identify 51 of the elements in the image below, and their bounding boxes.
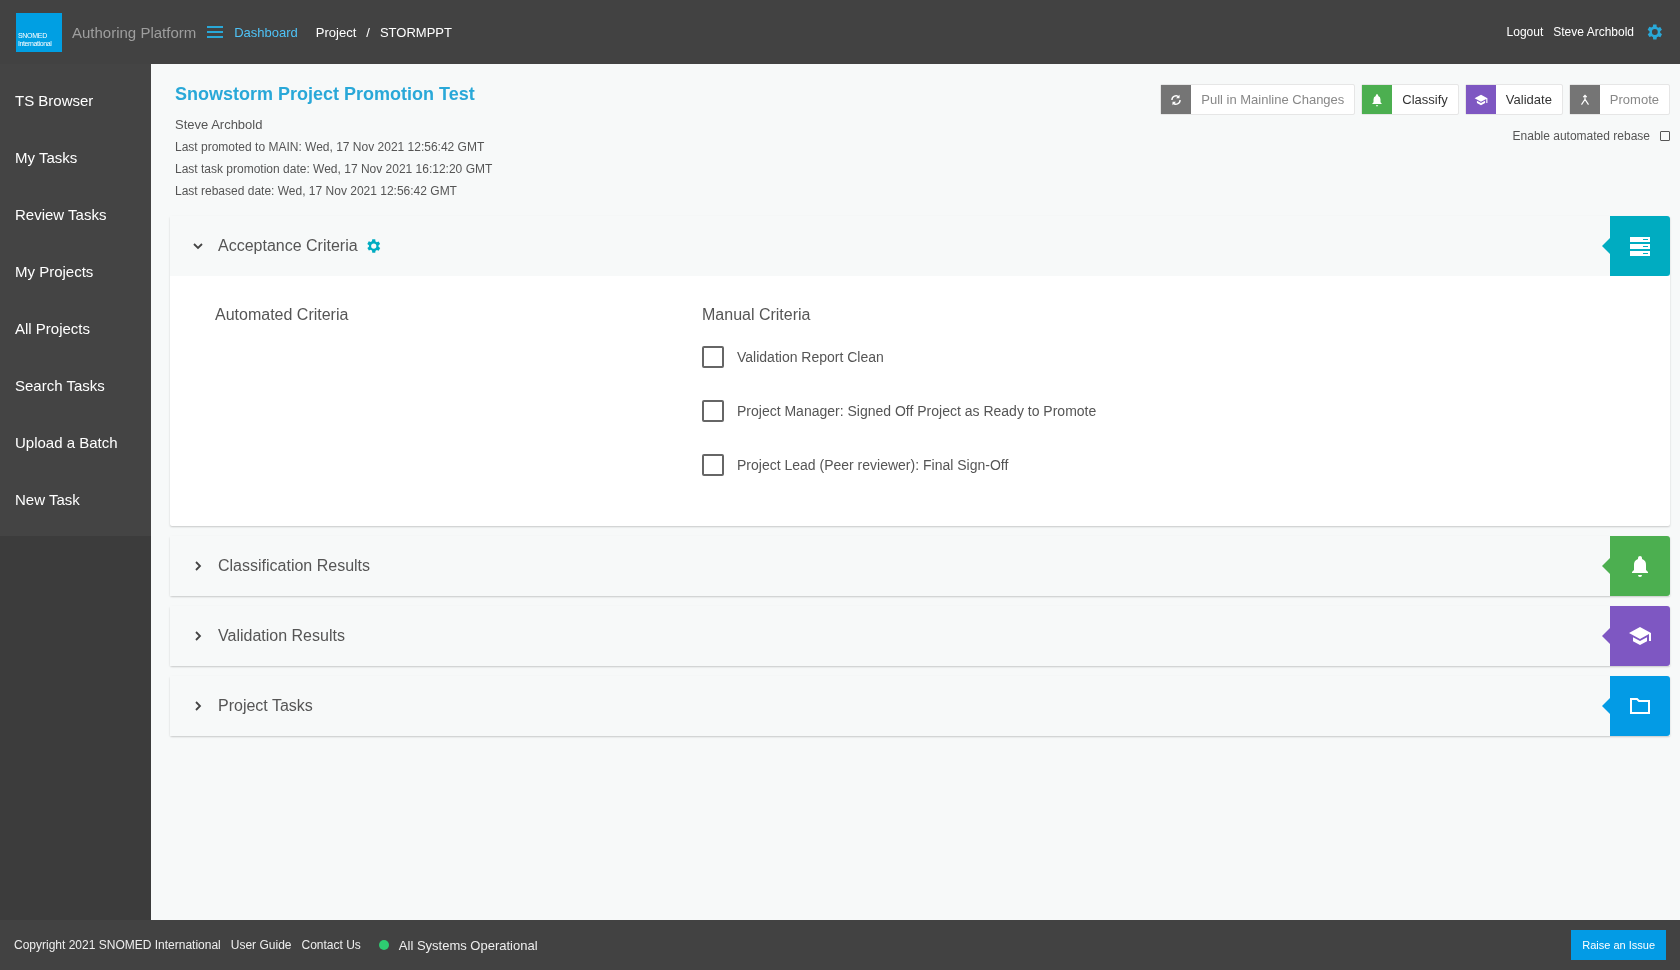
graduation-cap-icon	[1628, 624, 1652, 648]
action-button[interactable]: Validate	[1464, 84, 1563, 115]
panel-tab[interactable]	[1610, 606, 1670, 666]
sidebar-item[interactable]: My Tasks	[0, 129, 151, 186]
project-detail: Last task promotion date: Wed, 17 Nov 2021 16:12:20 GMT	[175, 162, 493, 176]
user-name: Steve Archbold	[1553, 25, 1634, 39]
app-name: Authoring Platform	[72, 23, 197, 41]
breadcrumb: STORMPPT	[379, 24, 452, 40]
checkbox-label: Project Lead (Peer reviewer): Final Sign-Off	[737, 457, 1009, 473]
project-title: Snowstorm Project Promotion Test	[175, 84, 476, 105]
chevron-icon[interactable]	[192, 560, 204, 572]
status-text: All Systems Operational	[398, 937, 538, 953]
checkbox-label: Project Manager: Signed Off Project as Ready to Promote	[737, 403, 1097, 419]
panel-title[interactable]: Acceptance Criteria	[218, 237, 358, 255]
sidebar-item[interactable]: New Task	[0, 471, 151, 528]
dashboard-link[interactable]: Dashboard	[234, 24, 298, 40]
logout-link[interactable]: Logout	[1506, 25, 1544, 39]
action-button[interactable]: Classify	[1361, 84, 1459, 115]
footer-link[interactable]: User Guide	[230, 938, 292, 952]
section-heading: Automated Criteria	[215, 306, 349, 323]
sidebar-item[interactable]: Review Tasks	[0, 186, 151, 243]
chevron-icon[interactable]	[192, 630, 204, 642]
project-owner: Steve Archbold	[175, 117, 264, 132]
copyright: Copyright 2021 SNOMED International	[14, 938, 221, 952]
checkbox-label: Validation Report Clean	[737, 349, 884, 365]
sidebar-item[interactable]: Search Tasks	[0, 357, 151, 414]
checkbox[interactable]	[702, 346, 724, 368]
panel-title[interactable]: Classification Results	[218, 557, 371, 575]
panel-tab[interactable]	[1610, 536, 1670, 596]
panel-title[interactable]: Project Tasks	[218, 697, 313, 715]
footer-link[interactable]: Contact Us	[301, 938, 361, 952]
project-detail: Last promoted to MAIN: Wed, 17 Nov 2021 12:56:42 GMT	[175, 140, 486, 154]
checkbox-label: Enable automated rebase	[1512, 129, 1650, 143]
breadcrumb-separator: /	[366, 24, 370, 40]
project-detail: Last rebased date: Wed, 17 Nov 2021 12:56:42 GMT	[175, 184, 458, 198]
chevron-icon[interactable]	[192, 240, 204, 252]
chevron-icon[interactable]	[192, 700, 204, 712]
checkbox[interactable]	[1660, 131, 1670, 141]
breadcrumb: Project	[315, 24, 357, 40]
sidebar-item[interactable]: Upload a Batch	[0, 414, 151, 471]
section-heading: Manual Criteria	[702, 306, 812, 324]
checkbox[interactable]	[702, 400, 724, 422]
panel-tab[interactable]	[1610, 216, 1670, 276]
sidebar-item[interactable]: TS Browser	[0, 72, 151, 129]
server-list-icon	[1628, 234, 1652, 258]
sidebar-item[interactable]: All Projects	[0, 300, 151, 357]
checkbox[interactable]	[702, 454, 724, 476]
sidebar-item[interactable]: My Projects	[0, 243, 151, 300]
panel-title[interactable]: Validation Results	[218, 627, 345, 645]
menu-icon[interactable]	[206, 25, 225, 39]
panel-tab[interactable]	[1610, 676, 1670, 736]
